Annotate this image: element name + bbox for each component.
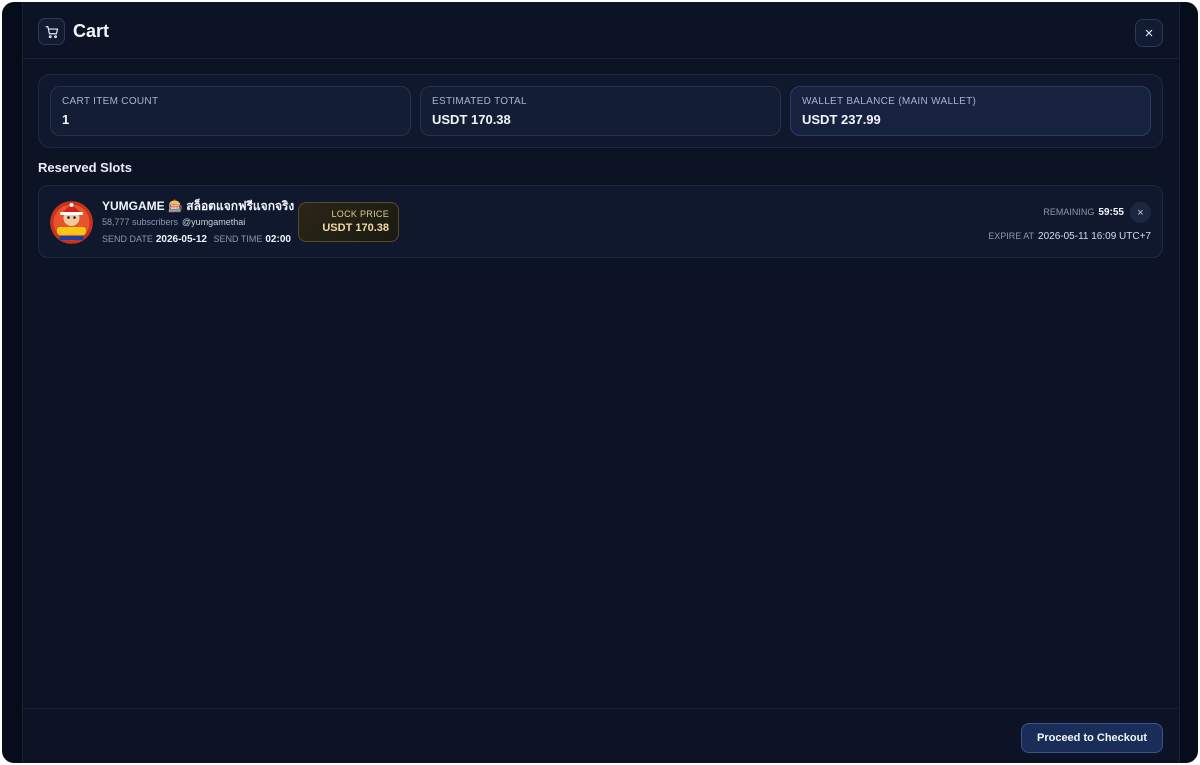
- remaining-label: REMAINING: [1043, 207, 1095, 217]
- estimated-total-card: ESTIMATED TOTAL USDT 170.38: [420, 86, 781, 136]
- subscriber-count: 58,777 subscribers: [102, 217, 179, 227]
- lock-price-value: USDT 170.38: [322, 222, 389, 234]
- remaining-timer: REMAINING 59:55: [1043, 207, 1124, 218]
- cart-modal: Cart × CART ITEM COUNT 1 ESTIMATED TOTAL…: [22, 2, 1180, 763]
- close-button[interactable]: ×: [1135, 19, 1163, 47]
- expire-info: EXPIRE AT 2026-05-11 16:09 UTC+7: [988, 231, 1151, 242]
- channel-name: YUMGAME 🎰 สล็อตแจกฟรีแจกจริง: [102, 199, 295, 213]
- reserved-slot-item: YUMGAME 🎰 สล็อตแจกฟรีแจกจริง 58,777 subs…: [38, 185, 1163, 258]
- close-icon: ×: [1144, 24, 1154, 42]
- proceed-to-checkout-button[interactable]: Proceed to Checkout: [1021, 723, 1163, 753]
- page-title: Cart: [73, 21, 110, 41]
- remove-slot-button[interactable]: ×: [1130, 202, 1151, 223]
- expire-label: EXPIRE AT: [988, 231, 1035, 241]
- estimated-total-label: ESTIMATED TOTAL: [432, 96, 527, 107]
- lock-price-badge: LOCK PRICE USDT 170.38: [298, 202, 399, 242]
- cart-item-count-card: CART ITEM COUNT 1: [50, 86, 411, 136]
- send-date-value: 2026-05-12: [155, 234, 207, 245]
- wallet-balance-value: USDT 237.99: [802, 112, 881, 127]
- send-date-label: SEND DATE: [102, 234, 153, 244]
- lock-price-label: LOCK PRICE: [331, 209, 389, 219]
- schedule-info: SEND DATE 2026-05-12 SEND TIME 02:00: [102, 234, 295, 245]
- close-icon: ×: [1137, 206, 1144, 219]
- cart-icon: [38, 18, 65, 45]
- channel-avatar: [50, 201, 93, 244]
- reserved-slots-title: Reserved Slots: [38, 160, 132, 175]
- cart-header: Cart ×: [23, 2, 1179, 59]
- estimated-total-value: USDT 170.38: [432, 112, 511, 127]
- send-time-value: 02:00: [265, 234, 291, 245]
- remaining-value: 59:55: [1098, 207, 1124, 218]
- cart-item-count-label: CART ITEM COUNT: [62, 96, 159, 107]
- wallet-balance-label: WALLET BALANCE (MAIN WALLET): [802, 96, 977, 107]
- channel-meta: 58,777 subscribers @yumgamethai: [102, 217, 245, 227]
- cart-item-count-value: 1: [62, 112, 70, 127]
- send-time-label: SEND TIME: [213, 234, 263, 244]
- cart-footer: Proceed to Checkout: [23, 708, 1179, 763]
- wallet-balance-card: WALLET BALANCE (MAIN WALLET) USDT 237.99: [790, 86, 1151, 136]
- app-frame: Cart × CART ITEM COUNT 1 ESTIMATED TOTAL…: [2, 2, 1198, 763]
- channel-handle: @yumgamethai: [182, 217, 246, 227]
- expire-value: 2026-05-11 16:09 UTC+7: [1038, 231, 1151, 242]
- cart-summary: CART ITEM COUNT 1 ESTIMATED TOTAL USDT 1…: [38, 74, 1163, 148]
